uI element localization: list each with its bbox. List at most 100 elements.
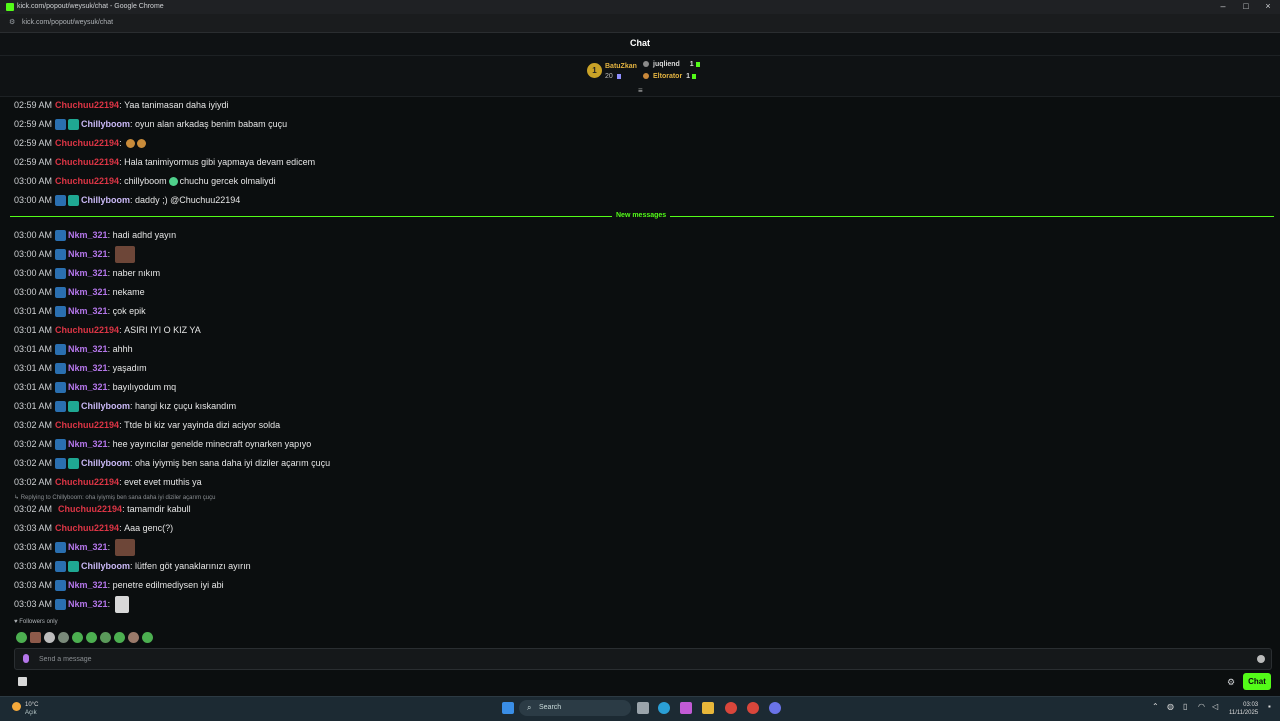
edge-icon[interactable]: [658, 702, 670, 714]
username[interactable]: Nkm_321: [68, 343, 108, 356]
chat-message[interactable]: 03:00 AM Nkm_321:: [14, 245, 135, 264]
username[interactable]: Chuchuu22194: [58, 503, 122, 516]
emote-icon[interactable]: [100, 632, 111, 643]
maximize-icon[interactable]: □: [1240, 1, 1252, 11]
username[interactable]: Nkm_321: [68, 248, 108, 261]
emote-icon[interactable]: [44, 632, 55, 643]
username[interactable]: Chuchuu22194: [55, 476, 119, 489]
chat-message[interactable]: 03:00 AM Chillyboom: daddy ;) @Chuchuu22…: [14, 191, 240, 210]
username[interactable]: Chuchuu22194: [55, 99, 119, 112]
copilot-icon[interactable]: [680, 702, 692, 714]
minimize-icon[interactable]: –: [1217, 1, 1229, 11]
chrome-icon[interactable]: [747, 702, 759, 714]
address-bar[interactable]: ⚙ kick.com/popout/weysuk/chat: [0, 14, 1280, 33]
chat-message[interactable]: 03:01 AM Nkm_321: bayılıyodum mq: [14, 378, 176, 397]
username[interactable]: Chuchuu22194: [55, 175, 119, 188]
chat-message[interactable]: 02:59 AM Chuchuu22194:: [14, 134, 147, 153]
chat-message[interactable]: 02:59 AM Chuchuu22194: Hala tanimiyormus…: [14, 153, 315, 172]
username[interactable]: Nkm_321: [68, 579, 108, 592]
username[interactable]: Chuchuu22194: [55, 156, 119, 169]
microphone-icon[interactable]: [23, 654, 29, 663]
username[interactable]: Nkm_321: [68, 362, 108, 375]
file-explorer-icon[interactable]: [702, 702, 714, 714]
message-text: lütfen göt yanaklarınızı ayırın: [135, 561, 251, 571]
username[interactable]: Nkm_321: [68, 541, 108, 554]
username[interactable]: Chillyboom: [81, 118, 130, 131]
chat-message[interactable]: 03:03 AM Chuchuu22194: Aaa genc(?): [14, 519, 173, 538]
close-icon[interactable]: ×: [1262, 1, 1274, 11]
chat-message[interactable]: 03:02 AM Chuchuu22194: tamamdir kabull: [14, 500, 191, 519]
chat-message[interactable]: 03:01 AM Nkm_321: çok epik: [14, 302, 146, 321]
sword-badge-icon: [55, 249, 67, 260]
app-icon[interactable]: [769, 702, 781, 714]
emote-icon[interactable]: [16, 632, 27, 643]
address-url[interactable]: kick.com/popout/weysuk/chat: [22, 19, 113, 26]
emote-icon: [126, 139, 136, 148]
leaderboard-row[interactable]: juqliend 1: [643, 61, 700, 68]
chat-message[interactable]: 03:02 AM Chuchuu22194: Ttde bi kiz var y…: [14, 416, 280, 435]
chat-message[interactable]: 03:03 AM Chillyboom: lütfen göt yanaklar…: [14, 557, 251, 576]
username[interactable]: Chillyboom: [81, 560, 130, 573]
username[interactable]: Nkm_321: [68, 229, 108, 242]
volume-icon[interactable]: ◁: [1212, 702, 1218, 711]
chat-message[interactable]: 03:00 AM Nkm_321: naber nıkım: [14, 264, 160, 283]
network-icon[interactable]: ◍: [1167, 702, 1174, 711]
username[interactable]: Chuchuu22194: [55, 324, 119, 337]
gift-icon[interactable]: [18, 677, 27, 686]
chat-message[interactable]: 03:02 AM Chuchuu22194: evet evet muthis …: [14, 473, 202, 492]
taskbar-search[interactable]: ⌕ Search: [519, 700, 631, 716]
message-input-box[interactable]: [14, 648, 1272, 670]
emote-icon[interactable]: [128, 632, 139, 643]
chat-message[interactable]: 03:03 AM Nkm_321:: [14, 538, 135, 557]
username[interactable]: Nkm_321: [68, 598, 108, 611]
username[interactable]: Nkm_321: [68, 381, 108, 394]
username[interactable]: Nkm_321: [68, 286, 108, 299]
username[interactable]: Nkm_321: [68, 267, 108, 280]
chat-message[interactable]: 02:59 AM Chillyboom: oyun alan arkadaş b…: [14, 115, 287, 134]
send-chat-button[interactable]: Chat: [1243, 673, 1271, 690]
emote-icon[interactable]: [30, 632, 41, 643]
username[interactable]: Nkm_321: [68, 438, 108, 451]
emote-icon[interactable]: [86, 632, 97, 643]
username[interactable]: Chuchuu22194: [55, 419, 119, 432]
chrome-icon[interactable]: [725, 702, 737, 714]
chat-message[interactable]: 03:01 AM Chillyboom: hangi kız çuçu kısk…: [14, 397, 236, 416]
chevron-up-icon[interactable]: ⌃: [1152, 702, 1159, 711]
gear-icon[interactable]: ⚙: [1227, 677, 1235, 688]
message-input[interactable]: [37, 652, 1241, 667]
username[interactable]: Chillyboom: [81, 194, 130, 207]
emote-icon[interactable]: [72, 632, 83, 643]
username[interactable]: Chillyboom: [81, 457, 130, 470]
collapse-pinned-icon[interactable]: ≡: [638, 86, 643, 95]
emote-icon[interactable]: [114, 632, 125, 643]
username[interactable]: Chuchuu22194: [55, 137, 119, 150]
chat-message[interactable]: 03:00 AM Nkm_321: nekame: [14, 283, 145, 302]
chat-message[interactable]: 02:59 AM Chuchuu22194: Yaa tanimasan dah…: [14, 96, 228, 115]
chat-message[interactable]: 03:02 AM Chillyboom: oha iyiymiş ben san…: [14, 454, 330, 473]
chat-message[interactable]: 03:03 AM Nkm_321: penetre edilmediysen i…: [14, 576, 224, 595]
chat-footer: ⚙ Chat: [0, 672, 1280, 694]
microphone-icon[interactable]: ▯: [1183, 702, 1187, 711]
wifi-icon[interactable]: ◠: [1198, 702, 1205, 711]
leaderboard-row[interactable]: Eltorator 1: [643, 73, 697, 80]
timestamp: 03:03 AM: [14, 523, 53, 533]
notification-icon[interactable]: ▪: [1268, 702, 1271, 711]
chat-message[interactable]: 03:01 AM Chuchuu22194: ASIRI IYI O KIZ Y…: [14, 321, 201, 340]
username[interactable]: Chillyboom: [81, 400, 130, 413]
chat-message[interactable]: 03:03 AM Nkm_321:: [14, 595, 129, 614]
windows-start-icon[interactable]: [502, 702, 514, 714]
emote-icon[interactable]: [58, 632, 69, 643]
chat-message[interactable]: 03:02 AM Nkm_321: hee yayıncılar genelde…: [14, 435, 311, 454]
emote-icon: [137, 139, 147, 148]
emote-icon[interactable]: [142, 632, 153, 643]
emoji-picker-icon[interactable]: [1257, 655, 1265, 663]
username[interactable]: Chuchuu22194: [55, 522, 119, 535]
task-view-icon[interactable]: [637, 702, 649, 714]
chat-message[interactable]: 03:01 AM Nkm_321: ahhh: [14, 340, 133, 359]
site-info-icon[interactable]: ⚙: [9, 18, 17, 26]
chat-message[interactable]: 03:00 AM Chuchuu22194: chillyboom chuchu…: [14, 172, 276, 191]
clock[interactable]: 03:03 11/11/2025: [1229, 701, 1258, 717]
chat-message[interactable]: 03:01 AM Nkm_321: yaşadım: [14, 359, 147, 378]
username[interactable]: Nkm_321: [68, 305, 108, 318]
chat-message[interactable]: 03:00 AM Nkm_321: hadi adhd yayın: [14, 226, 176, 245]
